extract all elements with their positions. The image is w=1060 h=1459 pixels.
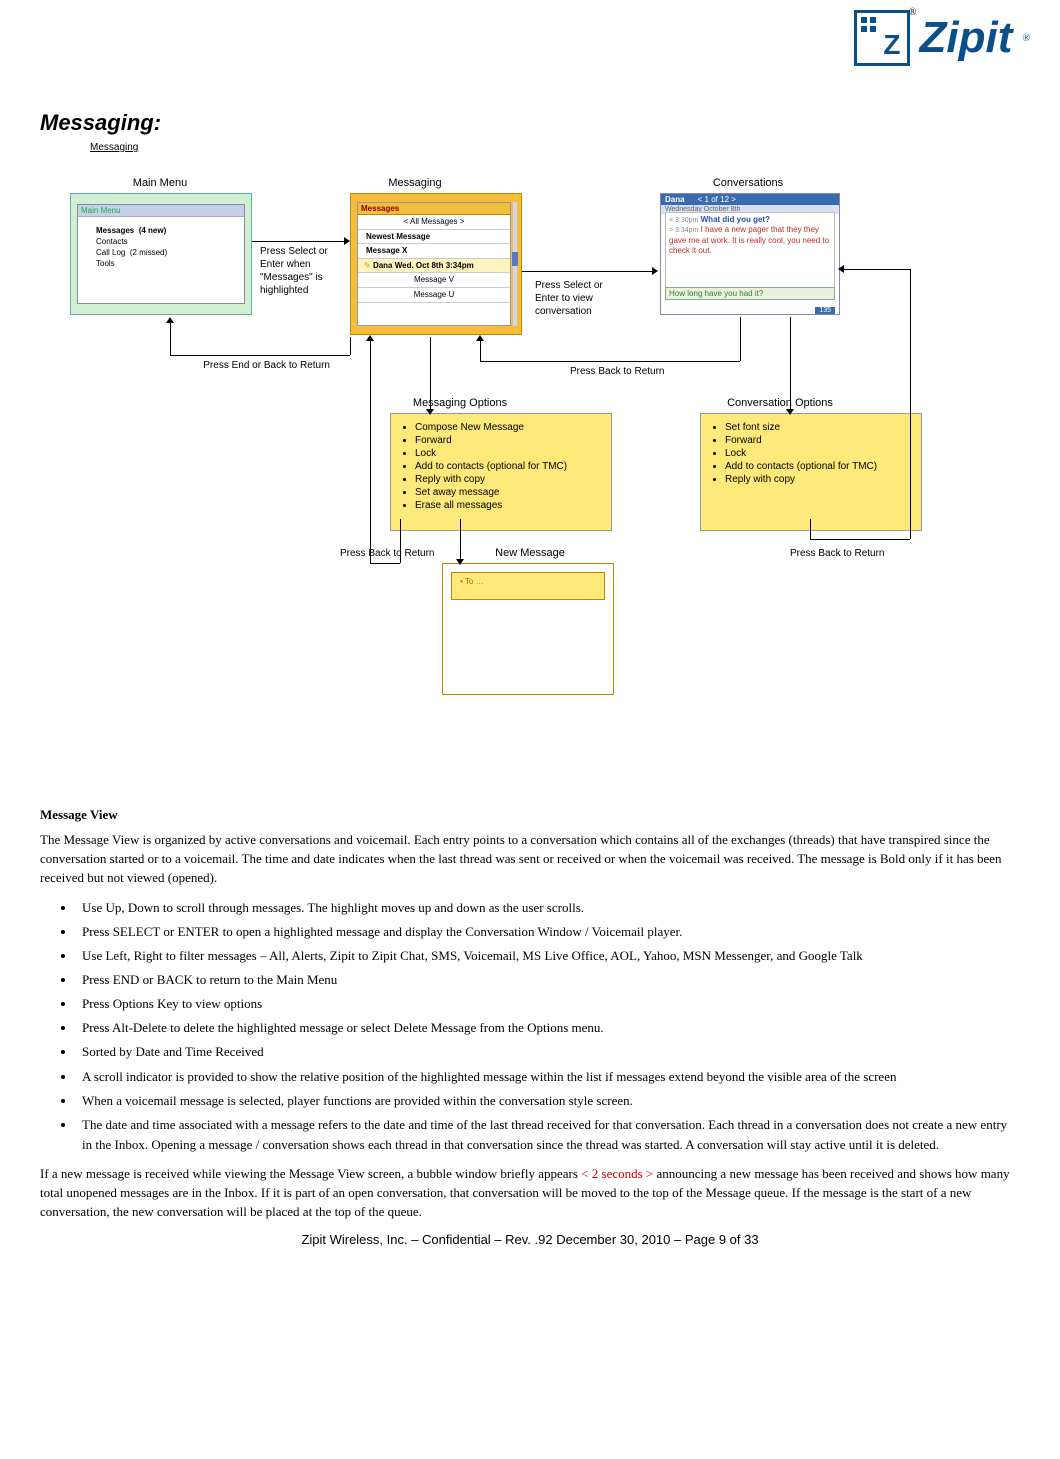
hint-back-return-1: Press Back to Return	[570, 365, 690, 378]
message-view-heading: Message View	[40, 807, 1020, 823]
msg-row[interactable]: Newest Message	[358, 230, 510, 245]
logo-text: Zipit	[920, 13, 1013, 63]
new-message-to[interactable]: • To …	[451, 572, 605, 600]
messaging-pane: Messages < All Messages > Newest Message…	[350, 193, 522, 335]
conversations-pane: Dana < 1 of 12 > Wednesday October 8th <…	[660, 193, 840, 315]
opt-item[interactable]: Compose New Message	[415, 422, 601, 433]
mm-contacts[interactable]: Contacts	[78, 236, 244, 247]
msg-row-selected[interactable]: ✎ Dana Wed. Oct 8th 3:34pm	[358, 259, 510, 274]
hint-select-messages: Press Select or Enter when "Messages" is…	[260, 245, 340, 297]
mm-calllog[interactable]: Call Log (2 missed)	[78, 247, 244, 258]
conv-header: Dana < 1 of 12 >	[661, 194, 839, 205]
msg-scrollbar[interactable]	[513, 202, 517, 326]
bullet: Press SELECT or ENTER to open a highligh…	[76, 922, 1020, 942]
flow-diagram: Main Menu Main Menu Messages (4 new) Con…	[40, 169, 980, 799]
bullet: Press Options Key to view options	[76, 994, 1020, 1014]
bullet: Press Alt-Delete to delete the highlight…	[76, 1018, 1020, 1038]
new-message-title: New Message	[480, 547, 580, 559]
conversations-title: Conversations	[688, 177, 808, 189]
opt-item[interactable]: Reply with copy	[725, 474, 911, 485]
bullet: When a voicemail message is selected, pl…	[76, 1091, 1020, 1111]
main-menu-header: Main Menu	[78, 205, 244, 217]
opt-item[interactable]: Lock	[415, 448, 601, 459]
message-view-p2: If a new message is received while viewi…	[40, 1165, 1020, 1222]
message-view-p1: The Message View is organized by active …	[40, 831, 1020, 888]
bullet: Sorted by Date and Time Received	[76, 1042, 1020, 1062]
logo: Z ® Zipit ®	[854, 10, 1030, 66]
opt-item[interactable]: Reply with copy	[415, 474, 601, 485]
page-footer: Zipit Wireless, Inc. – Confidential – Re…	[40, 1232, 1020, 1247]
bullet: Press END or BACK to return to the Main …	[76, 970, 1020, 990]
hint-back-return-2: Press Back to Return	[340, 547, 434, 560]
opt-item[interactable]: Erase all messages	[415, 500, 601, 511]
red-span: < 2 seconds >	[581, 1166, 653, 1181]
section-title: Messaging:	[40, 110, 1020, 136]
messaging-options-title: Messaging Options	[395, 397, 525, 409]
msg-filter[interactable]: < All Messages >	[358, 215, 510, 230]
msg-row[interactable]: Message V	[358, 273, 510, 288]
mm-tools[interactable]: Tools	[78, 258, 244, 269]
opt-item[interactable]: Set font size	[725, 422, 911, 433]
main-menu-pane: Main Menu Messages (4 new) Contacts Call…	[70, 193, 252, 315]
hint-view-conv: Press Select or Enter to view conversati…	[535, 279, 625, 318]
bullet: A scroll indicator is provided to show t…	[76, 1067, 1020, 1087]
msg-header: Messages	[358, 203, 510, 215]
bullet: The date and time associated with a mess…	[76, 1115, 1020, 1155]
hint-back-return-3: Press Back to Return	[790, 547, 884, 560]
messaging-title: Messaging	[375, 177, 455, 189]
msg-row[interactable]: Message U	[358, 288, 510, 303]
opt-item[interactable]: Lock	[725, 448, 911, 459]
conv-input[interactable]: How long have you had it?	[665, 287, 835, 300]
new-message-pane: • To …	[442, 563, 614, 695]
hint-end-back: Press End or Back to Return	[190, 359, 330, 372]
opt-item[interactable]: Forward	[415, 435, 601, 446]
opt-item[interactable]: Add to contacts (optional for TMC)	[415, 461, 601, 472]
conv-foot: 135	[815, 307, 835, 314]
conversation-options-pane: Set font size Forward Lock Add to contac…	[700, 413, 922, 531]
conversation-options-title: Conversation Options	[710, 397, 850, 409]
opt-item[interactable]: Add to contacts (optional for TMC)	[725, 461, 911, 472]
section-sub: Messaging	[90, 142, 1020, 153]
main-menu-title: Main Menu	[100, 177, 220, 189]
messaging-options-pane: Compose New Message Forward Lock Add to …	[390, 413, 612, 531]
message-view-bullets: Use Up, Down to scroll through messages.…	[40, 898, 1020, 1156]
bullet: Use Up, Down to scroll through messages.…	[76, 898, 1020, 918]
mm-messages[interactable]: Messages (4 new)	[78, 225, 244, 236]
bullet: Use Left, Right to filter messages – All…	[76, 946, 1020, 966]
logo-mark: Z ®	[854, 10, 910, 66]
msg-row[interactable]: Message X	[358, 244, 510, 259]
opt-item[interactable]: Set away message	[415, 487, 601, 498]
opt-item[interactable]: Forward	[725, 435, 911, 446]
